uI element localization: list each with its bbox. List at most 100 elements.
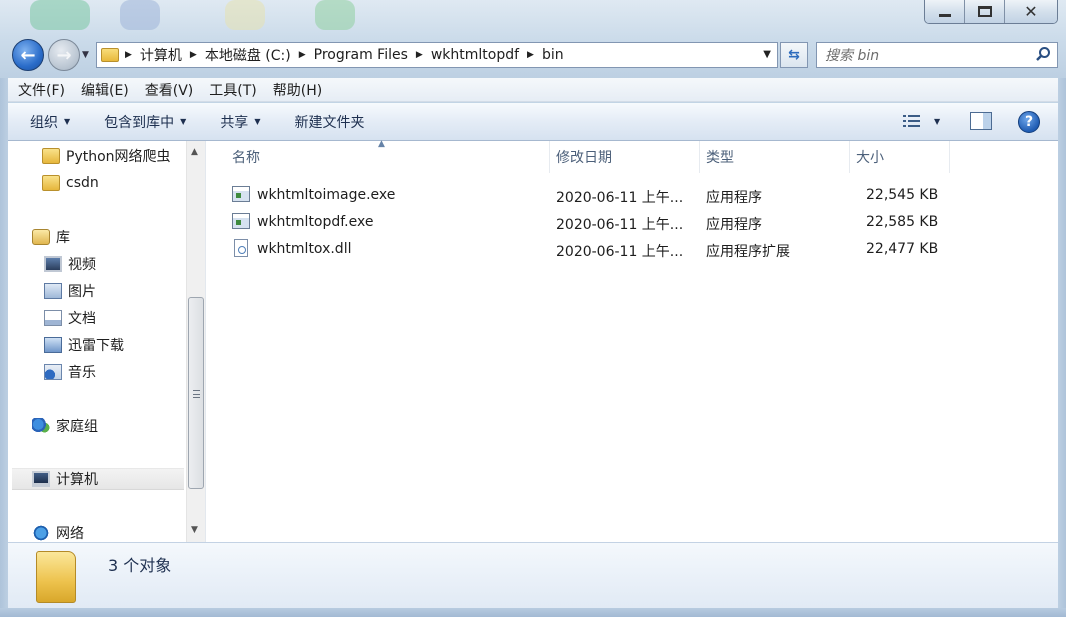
file-size: 22,545 KB bbox=[866, 187, 939, 203]
file-date: 2020-06-11 上午... bbox=[556, 217, 684, 233]
help-icon: ? bbox=[1024, 114, 1034, 130]
recent-pages-dropdown[interactable]: ▼ bbox=[82, 50, 89, 60]
file-type: 应用程序扩展 bbox=[706, 244, 790, 260]
nav-label: 文档 bbox=[68, 311, 96, 327]
folder-icon bbox=[42, 175, 60, 191]
background-blur bbox=[120, 0, 160, 30]
details-view-icon bbox=[903, 115, 920, 127]
address-dropdown-icon[interactable]: ▼ bbox=[763, 49, 771, 60]
refresh-button[interactable]: ⇆ bbox=[780, 42, 808, 68]
window-frame-left bbox=[0, 78, 8, 608]
nav-label: csdn bbox=[66, 175, 99, 191]
file-size: 22,585 KB bbox=[866, 214, 939, 230]
window-frame-bottom bbox=[0, 608, 1066, 617]
folder-icon bbox=[101, 48, 119, 62]
nav-item-csdn-folder[interactable]: csdn bbox=[42, 172, 99, 194]
breadcrumb-arrow-icon[interactable]: ▶ bbox=[190, 50, 197, 60]
file-row[interactable]: wkhtmltopdf.exe 2020-06-11 上午... 应用程序 22… bbox=[226, 210, 1046, 236]
help-button[interactable]: ? bbox=[1018, 111, 1040, 133]
maximize-button[interactable] bbox=[965, 0, 1005, 23]
nav-label: 视频 bbox=[68, 257, 96, 273]
nav-label: 迅雷下载 bbox=[68, 338, 124, 354]
file-name: wkhtmltopdf.exe bbox=[257, 214, 374, 230]
breadcrumb-arrow-icon[interactable]: ▶ bbox=[527, 50, 534, 60]
new-folder-button[interactable]: 新建文件夹 bbox=[294, 112, 364, 132]
navigation-pane: Python网络爬虫 csdn 库 视频 图片 文档 迅雷下载 音乐 家庭组 计… bbox=[8, 141, 206, 542]
breadcrumb-bin[interactable]: bin bbox=[542, 47, 564, 63]
nav-item-libraries[interactable]: 库 bbox=[32, 226, 70, 248]
library-icon bbox=[32, 229, 50, 245]
breadcrumb-program-files[interactable]: Program Files bbox=[314, 47, 408, 63]
column-name-label: 名称 bbox=[232, 150, 260, 166]
minimize-icon bbox=[938, 14, 951, 17]
nav-label: Python网络爬虫 bbox=[66, 149, 171, 165]
nav-label: 计算机 bbox=[56, 472, 98, 488]
scroll-up-icon[interactable]: ▲ bbox=[191, 147, 198, 157]
application-file-icon bbox=[232, 213, 250, 229]
maximize-icon bbox=[977, 6, 992, 17]
breadcrumb-local-disk[interactable]: 本地磁盘 (C:) bbox=[205, 45, 291, 65]
change-view-button[interactable]: ▼ bbox=[902, 113, 940, 129]
back-arrow-icon: ← bbox=[20, 44, 36, 66]
refresh-icon: ⇆ bbox=[788, 47, 800, 63]
address-bar[interactable]: ▶ 计算机 ▶ 本地磁盘 (C:) ▶ Program Files ▶ wkht… bbox=[96, 42, 778, 68]
file-row[interactable]: wkhtmltoimage.exe 2020-06-11 上午... 应用程序 … bbox=[226, 183, 1046, 209]
column-header-name[interactable]: 名称 ▲ bbox=[206, 139, 550, 173]
scroll-down-icon[interactable]: ▼ bbox=[191, 525, 198, 535]
nav-label: 库 bbox=[56, 230, 70, 246]
share-label: 共享 bbox=[220, 114, 249, 131]
nav-label: 家庭组 bbox=[56, 419, 98, 435]
menu-tools[interactable]: 工具(T) bbox=[209, 80, 256, 100]
file-date: 2020-06-11 上午... bbox=[556, 190, 684, 206]
nav-item-python-folder[interactable]: Python网络爬虫 bbox=[42, 145, 171, 167]
organize-button[interactable]: 组织 ▼ bbox=[30, 112, 70, 132]
application-file-icon bbox=[232, 186, 250, 202]
column-header-date[interactable]: 修改日期 bbox=[550, 141, 700, 173]
nav-item-network[interactable]: 网络 bbox=[32, 522, 84, 544]
column-size-label: 大小 bbox=[856, 150, 884, 166]
menu-view[interactable]: 查看(V) bbox=[145, 80, 194, 100]
minimize-button[interactable] bbox=[925, 0, 965, 23]
share-button[interactable]: 共享 ▼ bbox=[220, 112, 260, 132]
homegroup-icon bbox=[32, 418, 50, 434]
nav-pane-scrollbar[interactable]: ▲ ▼ bbox=[186, 141, 205, 542]
nav-item-computer[interactable]: 计算机 bbox=[12, 468, 184, 490]
breadcrumb-arrow-icon[interactable]: ▶ bbox=[416, 50, 423, 60]
dll-file-icon bbox=[234, 239, 248, 257]
chevron-down-icon: ▼ bbox=[254, 117, 261, 126]
forward-button[interactable]: → bbox=[48, 39, 80, 71]
breadcrumb-arrow-icon[interactable]: ▶ bbox=[125, 50, 132, 60]
breadcrumb-computer[interactable]: 计算机 bbox=[140, 45, 182, 65]
column-header-type[interactable]: 类型 bbox=[700, 141, 850, 173]
nav-item-music[interactable]: 音乐 bbox=[44, 361, 96, 383]
background-blur bbox=[225, 0, 265, 30]
search-placeholder: 搜索 bin bbox=[825, 48, 880, 64]
file-row[interactable]: wkhtmltox.dll 2020-06-11 上午... 应用程序扩展 22… bbox=[226, 237, 1046, 263]
preview-pane-button[interactable] bbox=[970, 112, 992, 130]
breadcrumb-arrow-icon[interactable]: ▶ bbox=[299, 50, 306, 60]
file-list: 名称 ▲ 修改日期 类型 大小 wkhtmltoimage.exe 2020-0… bbox=[206, 139, 1058, 542]
nav-item-videos[interactable]: 视频 bbox=[44, 253, 96, 275]
computer-icon bbox=[32, 471, 50, 487]
menu-bar: 文件(F) 编辑(E) 查看(V) 工具(T) 帮助(H) bbox=[8, 78, 1058, 102]
nav-item-pictures[interactable]: 图片 bbox=[44, 280, 96, 302]
grip-icon bbox=[193, 390, 200, 398]
music-library-icon bbox=[44, 364, 62, 380]
forward-arrow-icon: → bbox=[56, 44, 72, 66]
scrollbar-thumb[interactable] bbox=[188, 297, 204, 489]
back-button[interactable]: ← bbox=[12, 39, 44, 71]
menu-edit[interactable]: 编辑(E) bbox=[81, 80, 129, 100]
nav-item-homegroup[interactable]: 家庭组 bbox=[32, 415, 98, 437]
menu-help[interactable]: 帮助(H) bbox=[273, 80, 322, 100]
breadcrumb-wkhtmltopdf[interactable]: wkhtmltopdf bbox=[431, 47, 519, 63]
close-button[interactable]: ✕ bbox=[1005, 0, 1057, 23]
search-icon[interactable] bbox=[1035, 46, 1051, 62]
column-header-size[interactable]: 大小 bbox=[850, 141, 950, 173]
search-input[interactable]: 搜索 bin bbox=[816, 42, 1058, 68]
nav-item-xunlei-downloads[interactable]: 迅雷下载 bbox=[44, 334, 124, 356]
menu-file[interactable]: 文件(F) bbox=[18, 80, 65, 100]
nav-item-documents[interactable]: 文档 bbox=[44, 307, 96, 329]
include-in-library-button[interactable]: 包含到库中 ▼ bbox=[104, 112, 186, 132]
nav-label: 图片 bbox=[68, 284, 96, 300]
nav-label: 音乐 bbox=[68, 365, 96, 381]
